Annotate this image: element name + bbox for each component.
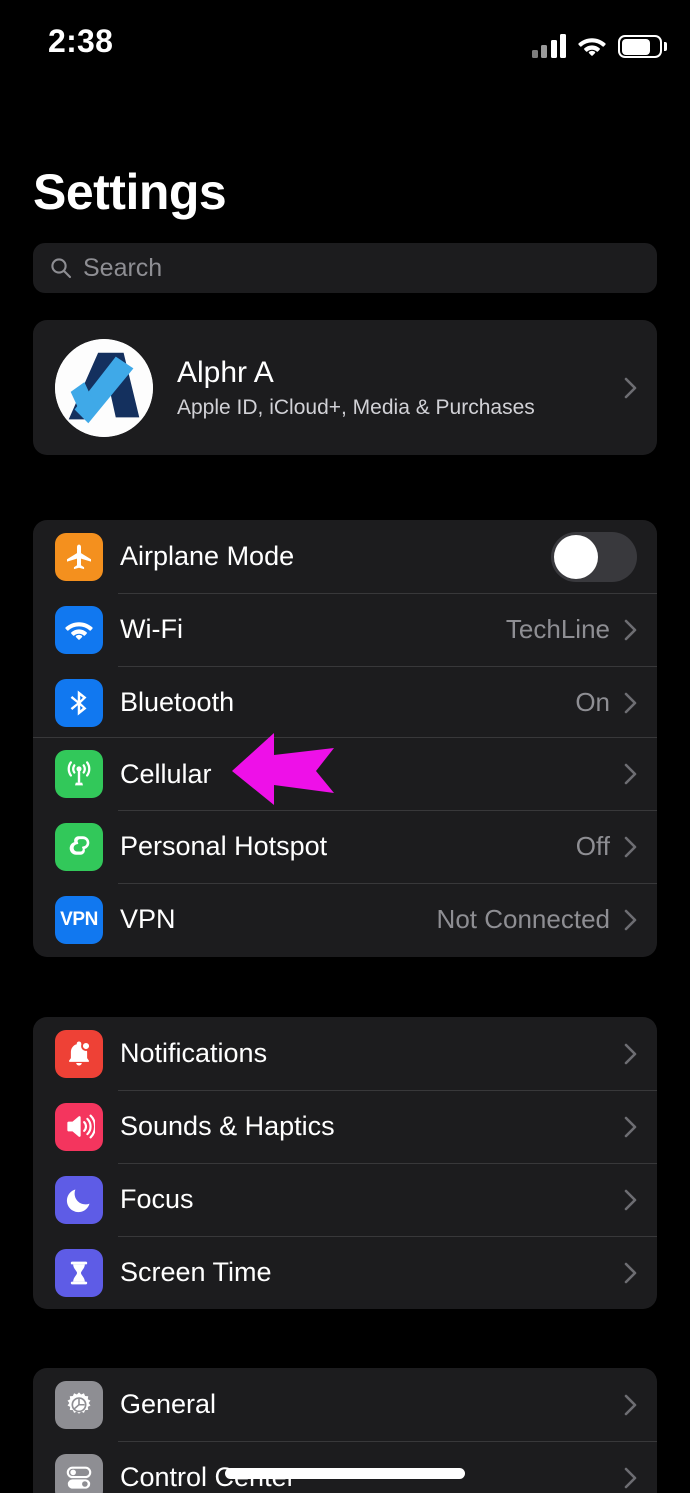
settings-row-screen-time[interactable]: Screen Time [33,1236,657,1309]
settings-row-label: General [120,1389,217,1419]
airplane-mode-toggle[interactable] [551,531,637,582]
chevron-right-icon [624,377,637,398]
bell-icon [55,1029,103,1078]
settings-row-label: Bluetooth [120,687,235,717]
status-bar-indicators [531,28,667,58]
chevron-right-icon [624,1189,637,1210]
wifi-icon [578,38,606,56]
chevron-right-icon [624,619,637,640]
chevron-right-icon [624,692,637,713]
settings-row-label: Wi-Fi [120,614,183,644]
chevron-right-icon [624,1043,637,1064]
chevron-right-icon [624,1394,637,1415]
chevron-right-icon [624,1262,637,1283]
settings-row-label: Personal Hotspot [120,831,328,861]
settings-row-focus[interactable]: Focus [33,1163,657,1236]
settings-row-label: Focus [120,1184,194,1214]
hotspot-icon [55,822,103,871]
settings-row-value: Not Connected [436,904,610,934]
chevron-right-icon [624,1467,637,1488]
page-title: Settings [33,164,227,220]
settings-group-connectivity-bottom: Cellular Personal Hotspot Off VPN VPN No… [33,737,657,957]
airplane-icon [55,532,103,581]
apple-id-text: Alphr A Apple ID, iCloud+, Media & Purch… [177,356,624,420]
settings-row-label: Sounds & Haptics [120,1111,335,1141]
settings-row-bluetooth[interactable]: Bluetooth On [33,666,657,739]
settings-row-label: Cellular [120,758,212,789]
settings-row-label: Screen Time [120,1257,272,1287]
wifi-icon [55,605,103,654]
vpn-icon-label: VPN [60,908,98,930]
control-center-icon [55,1453,103,1493]
search-input[interactable]: Search [83,254,162,283]
settings-row-wifi[interactable]: Wi-Fi TechLine [33,593,657,666]
settings-row-label: Airplane Mode [120,541,295,571]
cellular-signal-icon [531,34,566,58]
vpn-icon: VPN [55,895,103,944]
settings-group-notifications: Notifications Sounds & Haptics Focus Scr… [33,1017,657,1309]
apple-id-card[interactable]: Alphr A Apple ID, iCloud+, Media & Purch… [33,320,657,455]
cellular-icon [55,750,103,798]
settings-row-airplane-mode[interactable]: Airplane Mode [33,520,657,593]
settings-row-control-center[interactable]: Control Center [33,1441,657,1493]
status-bar-time: 2:38 [48,23,114,59]
settings-screen: 2:38 Settings Search Alphr A Apple ID, i… [0,0,690,1493]
chevron-right-icon [624,1116,637,1137]
settings-row-vpn[interactable]: VPN VPN Not Connected [33,883,657,956]
settings-group-connectivity-top: Airplane Mode Wi-Fi TechLine Bluetooth O… [33,520,657,737]
settings-row-personal-hotspot[interactable]: Personal Hotspot Off [33,810,657,883]
chevron-right-icon [624,909,637,930]
status-bar: 2:38 [0,0,690,80]
settings-row-value: Off [575,831,610,861]
bluetooth-icon [55,678,103,727]
settings-row-general[interactable]: General [33,1368,657,1441]
search-bar[interactable]: Search [33,243,657,293]
home-indicator[interactable] [225,1468,465,1479]
gear-icon [55,1380,103,1429]
apple-id-name: Alphr A [177,355,274,389]
moon-icon [55,1175,103,1224]
settings-row-notifications[interactable]: Notifications [33,1017,657,1090]
speaker-icon [55,1102,103,1151]
settings-row-value: On [575,687,610,717]
settings-row-label: Notifications [120,1038,268,1068]
hourglass-icon [55,1248,103,1297]
battery-icon [618,35,667,58]
chevron-right-icon [624,763,637,785]
apple-id-subtitle: Apple ID, iCloud+, Media & Purchases [177,395,535,419]
settings-row-sounds-haptics[interactable]: Sounds & Haptics [33,1090,657,1163]
settings-row-label: VPN [120,904,176,934]
avatar [55,338,153,437]
settings-row-value: TechLine [505,614,610,644]
search-icon [51,258,72,279]
settings-row-cellular[interactable]: Cellular [33,737,657,810]
chevron-right-icon [624,836,637,857]
annotation-arrow-icon [232,733,334,805]
